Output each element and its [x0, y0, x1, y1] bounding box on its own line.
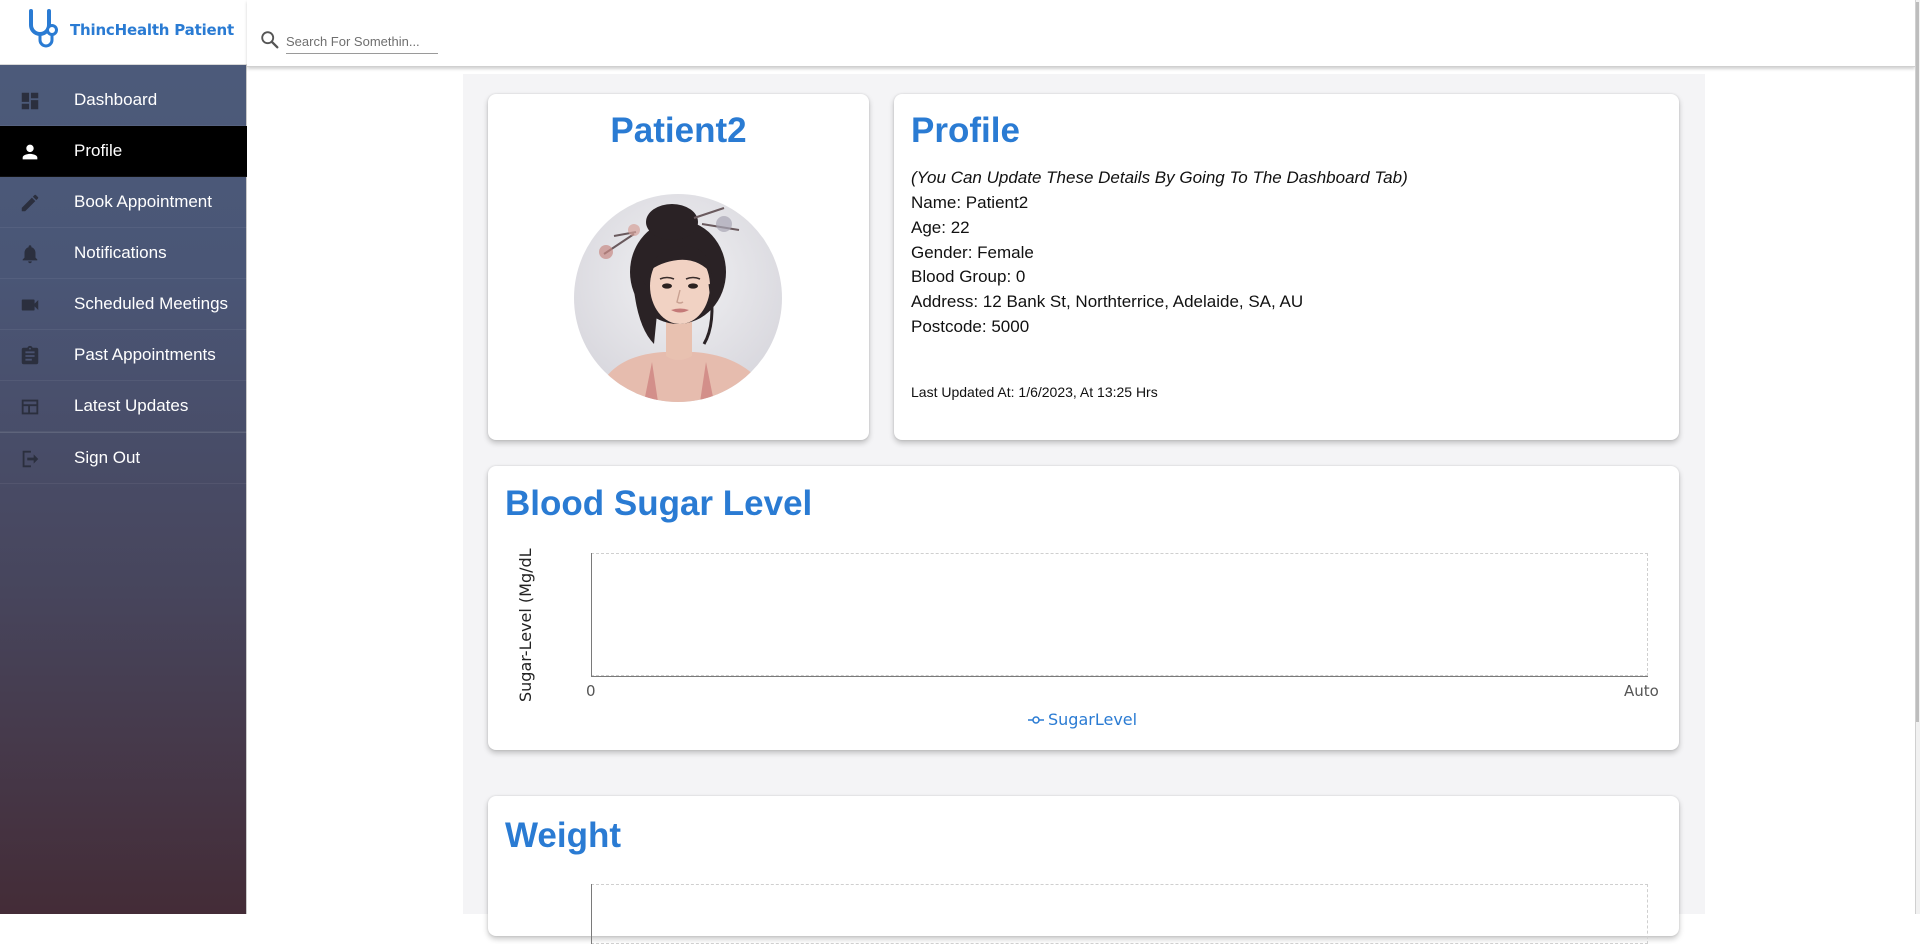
sidebar-item-label: Notifications — [74, 243, 167, 262]
profile-card: Profile (You Can Update These Details By… — [894, 94, 1679, 440]
clipboard-icon — [21, 345, 39, 365]
sidebar-item-label: Book Appointment — [74, 192, 212, 211]
sidebar-item-past-appointments[interactable]: Past Appointments — [0, 330, 247, 381]
sidebar-item-label: Profile — [74, 141, 123, 160]
sidebar-item-notifications[interactable]: Notifications — [0, 228, 247, 279]
sidebar-item-latest-updates[interactable]: Latest Updates — [0, 381, 247, 432]
video-camera-icon — [21, 299, 39, 311]
avatar — [574, 194, 782, 402]
sidebar-item-label: Latest Updates — [74, 396, 189, 415]
pencil-icon — [21, 194, 39, 212]
legend-line-marker-icon — [1028, 715, 1044, 724]
profile-blood-group: Blood Group: 0 — [911, 267, 1026, 286]
sidebar-item-sign-out[interactable]: Sign Out — [0, 432, 247, 484]
stethoscope-logo-icon — [29, 9, 58, 48]
x-tick-label: 0 — [586, 682, 596, 700]
y-axis — [591, 884, 592, 944]
table-icon — [21, 399, 39, 415]
search-icon[interactable] — [259, 29, 281, 51]
sidebar-item-label: Dashboard — [74, 90, 158, 109]
chart-title: Blood Sugar Level — [505, 484, 813, 523]
chart-title: Weight — [505, 816, 622, 855]
profile-title: Profile — [911, 111, 1020, 150]
sidebar: ThincHealth Patient Dashboard Profile Bo… — [0, 0, 247, 914]
scrollbar-thumb[interactable] — [1916, 2, 1919, 722]
sidebar-item-scheduled-meetings[interactable]: Scheduled Meetings — [0, 279, 247, 330]
y-axis — [591, 553, 592, 677]
sidebar-item-label: Sign Out — [74, 448, 141, 467]
brand-name: ThincHealth Patient — [70, 21, 234, 39]
profile-age: Age: 22 — [911, 218, 970, 237]
sidebar-item-label: Scheduled Meetings — [74, 294, 229, 313]
sidebar-item-dashboard[interactable]: Dashboard — [0, 75, 247, 126]
plot-area — [591, 884, 1648, 944]
chart-legend[interactable]: SugarLevel — [1028, 710, 1137, 729]
y-axis-label: Sugar-Level (Mg/dL — [516, 548, 535, 702]
plot-area — [591, 553, 1648, 676]
profile-note: (You Can Update These Details By Going T… — [911, 168, 1408, 187]
weight-chart-card: Weight — [488, 796, 1679, 944]
profile-gender: Gender: Female — [911, 243, 1034, 262]
sign-out-icon — [22, 450, 39, 468]
top-bar — [247, 0, 1915, 67]
sidebar-item-profile[interactable]: Profile — [0, 126, 247, 177]
bell-icon — [22, 245, 38, 264]
x-axis — [591, 676, 1648, 677]
sidebar-item-book-appointment[interactable]: Book Appointment — [0, 177, 247, 228]
blood-sugar-chart-card: Blood Sugar Level Sugar-Level (Mg/dL 0 A… — [488, 466, 1679, 750]
profile-address: Address: 12 Bank St, Northterrice, Adela… — [911, 292, 1304, 311]
profile-postcode: Postcode: 5000 — [911, 317, 1030, 336]
brand-header[interactable]: ThincHealth Patient — [0, 0, 247, 65]
patient-name: Patient2 — [610, 111, 747, 150]
patient-card: Patient2 — [488, 94, 869, 440]
person-icon — [22, 144, 38, 160]
x-tick-label: Auto — [1624, 682, 1659, 700]
sidebar-item-label: Past Appointments — [74, 345, 216, 364]
legend-series-name: SugarLevel — [1048, 710, 1138, 729]
dashboard-icon — [21, 92, 39, 110]
sidebar-nav: Dashboard Profile Book Appointment Notif… — [0, 75, 247, 484]
last-updated: Last Updated At: 1/6/2023, At 13:25 Hrs — [911, 384, 1158, 400]
patient-photo — [574, 194, 782, 402]
profile-name: Name: Patient2 — [911, 193, 1029, 212]
search-input[interactable] — [286, 29, 438, 54]
